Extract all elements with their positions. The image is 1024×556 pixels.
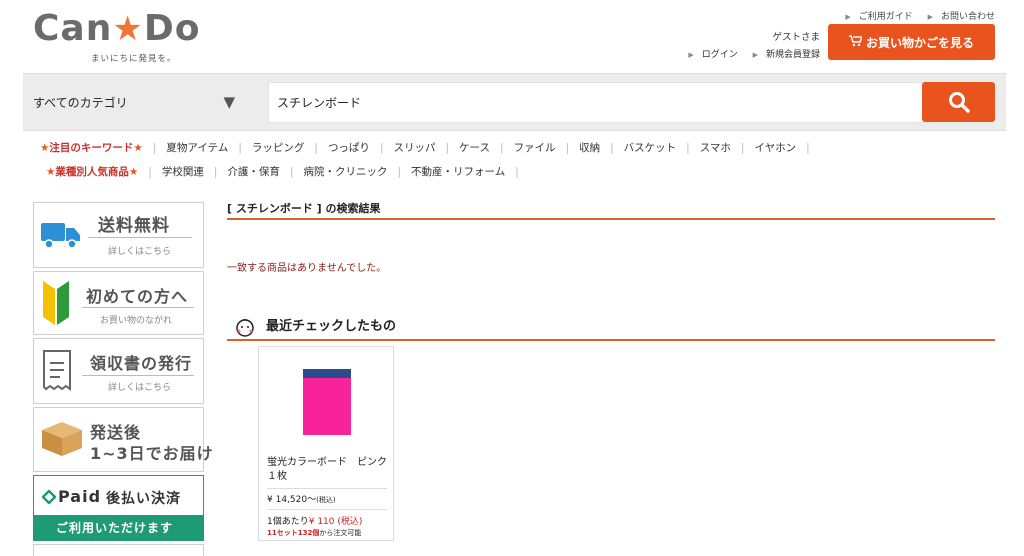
product-price: ¥ 14,520～(税込): [267, 495, 336, 505]
product-name[interactable]: 蛍光カラーボード ピンク１枚: [267, 456, 391, 484]
logo-tagline: まいにちに発見を。: [91, 54, 177, 64]
member-links: ▶ ログイン ▶ 新規会員登録: [676, 47, 820, 60]
industry-link[interactable]: 病院・クリニック: [303, 164, 387, 179]
product-set-note: 11セット132個から注文可能: [267, 529, 362, 537]
industry-row: ★業種別人気商品★ | 学校関連 | 介護・保育 | 病院・クリニック | 不動産・リフ…: [46, 164, 519, 179]
search-result-heading: [ スチレンボード ] の検索結果: [227, 200, 995, 220]
keyword-row: ★注目のキーワード★ | 夏物アイテム | ラッピング | つっぱり | スリッパ | ケ…: [40, 140, 810, 155]
keyword-link[interactable]: ラッピング: [252, 140, 305, 155]
keyword-link[interactable]: ケース: [459, 140, 490, 155]
product-card[interactable]: 蛍光カラーボード ピンク１枚 ¥ 14,520～(税込) 1個あたり¥ 110 …: [258, 346, 394, 541]
keyword-link[interactable]: バスケット: [624, 140, 677, 155]
no-result-message: 一致する商品はありませんでした。: [227, 263, 387, 274]
keyword-link[interactable]: つっぱり: [328, 140, 370, 155]
top-utility-links: ▶ ご利用ガイド ▶ お問い合わせ: [833, 9, 995, 22]
keyword-link[interactable]: イヤホン: [754, 140, 796, 155]
box-icon: [42, 422, 82, 456]
sidebar-banner-more[interactable]: [33, 544, 204, 556]
receipt-icon: [43, 350, 71, 391]
truck-icon: [41, 223, 80, 249]
register-link[interactable]: ▶ 新規会員登録: [747, 50, 820, 60]
keyword-lead: ★注目のキーワード★: [40, 142, 143, 154]
product-unit-price: 1個あたり¥ 110 (税込): [267, 517, 363, 527]
recently-viewed-heading: 最近チェックしたもの: [227, 312, 995, 341]
keyword-link[interactable]: スリッパ: [393, 140, 435, 155]
category-select[interactable]: すべてのカテゴリ ▼: [23, 74, 245, 130]
industry-lead: ★業種別人気商品★: [46, 166, 139, 178]
dropdown-arrow-icon: ▼: [223, 93, 235, 111]
view-cart-button[interactable]: お買い物かごを見る: [828, 24, 995, 60]
search-bar: すべてのカテゴリ ▼ スチレンボード: [23, 73, 1006, 131]
star-icon: ★: [112, 9, 144, 49]
beginner-guide-banner[interactable]: 初めての方へ お買い物のながれ: [33, 271, 204, 335]
search-button[interactable]: [922, 82, 995, 122]
keyword-link[interactable]: ファイル: [514, 140, 556, 155]
logo-wordmark: Can★Do: [33, 8, 201, 49]
paid-logo-icon: [42, 490, 56, 504]
keyword-link[interactable]: 収納: [579, 140, 600, 155]
character-face-icon: [236, 319, 254, 337]
beginner-mark-icon: [43, 281, 69, 325]
paid-deferred-payment-banner[interactable]: Paid 後払い決済 ご利用いただけます: [33, 475, 204, 541]
login-link[interactable]: ▶ ログイン: [682, 50, 737, 60]
industry-link[interactable]: 不動産・リフォーム: [411, 164, 505, 179]
keyword-link[interactable]: 夏物アイテム: [166, 140, 228, 155]
product-image[interactable]: [303, 369, 351, 435]
contact-link[interactable]: ▶ お問い合わせ: [922, 12, 995, 22]
site-logo[interactable]: Can★Do まいにちに発見を。: [33, 8, 203, 64]
free-shipping-banner[interactable]: 送料無料 詳しくはこちら: [33, 202, 204, 268]
search-icon: [948, 92, 970, 113]
cart-icon: [848, 34, 864, 50]
search-input[interactable]: スチレンボード: [268, 82, 936, 123]
receipt-banner[interactable]: 領収書の発行 詳しくはこちら: [33, 338, 204, 404]
guide-link[interactable]: ▶ ご利用ガイド: [839, 12, 912, 22]
guest-greeting: ゲストさま: [772, 32, 820, 43]
delivery-banner[interactable]: 発送後 1~3日でお届け: [33, 407, 213, 472]
industry-link[interactable]: 学校関連: [162, 164, 204, 179]
keyword-link[interactable]: スマホ: [700, 140, 731, 155]
industry-link[interactable]: 介護・保育: [227, 164, 280, 179]
